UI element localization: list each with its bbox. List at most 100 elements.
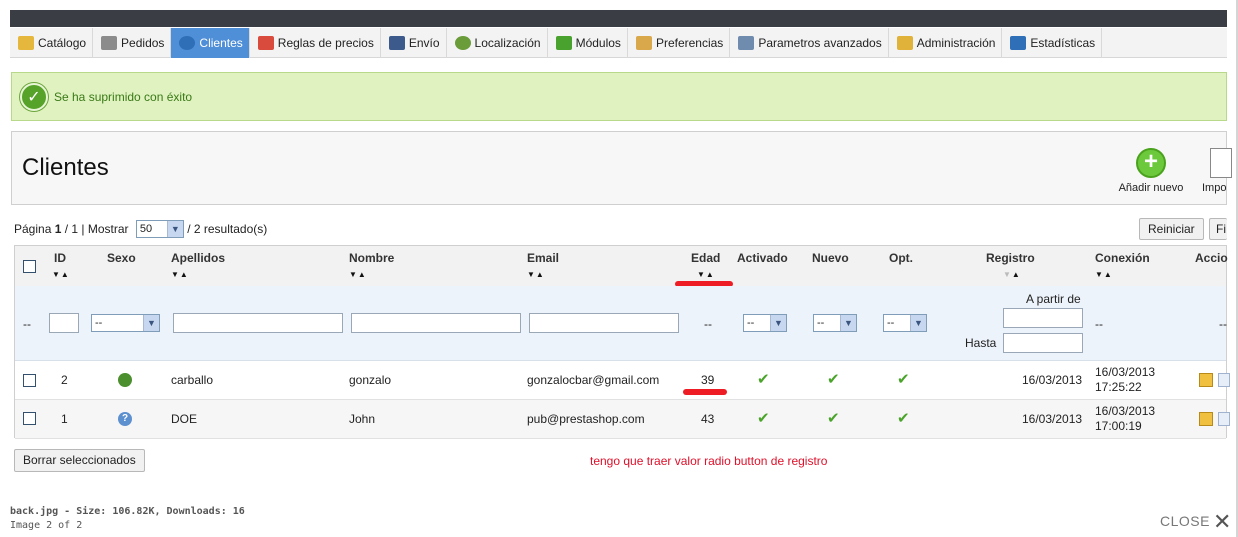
annotation-underline-edad-value — [683, 389, 727, 395]
col-email: Email — [527, 251, 560, 265]
select-all-checkbox[interactable] — [23, 260, 36, 273]
lightbox-frame: Catálogo Pedidos Clientes Reglas de prec… — [0, 0, 1238, 537]
row-checkbox[interactable] — [23, 412, 36, 425]
row-id: 1 — [61, 412, 68, 426]
filter-apellidos-input[interactable] — [173, 313, 343, 333]
import-label: Impo — [1202, 182, 1227, 194]
row-id: 2 — [61, 373, 68, 387]
add-new-label: Añadir nuevo — [1118, 182, 1184, 194]
col-nombre: Nombre — [349, 251, 395, 265]
add-new-button[interactable]: + Añadir nuevo — [1116, 148, 1186, 194]
filter-registro-to-label: Hasta — [965, 336, 997, 350]
tab-localizacion[interactable]: Localización — [447, 28, 548, 58]
col-edad: Edad — [691, 251, 721, 265]
row-conexion-date: 16/03/2013 — [1095, 404, 1156, 418]
chevron-down-icon: ▼ — [840, 315, 856, 331]
table-row[interactable]: 2 carballo gonzalo gonzalocbar@gmail.com… — [15, 361, 1230, 400]
filter-edad-placeholder: -- — [704, 317, 712, 331]
filter-placeholder-checkbox: -- — [23, 317, 31, 331]
col-id: ID — [54, 251, 66, 265]
key-icon — [896, 36, 913, 50]
price-rules-icon — [257, 36, 274, 50]
import-button[interactable]: Impo — [1202, 148, 1238, 194]
filter-registro-from-label: A partir de — [1026, 292, 1081, 306]
add-icon: + — [1136, 148, 1166, 178]
row-checkbox[interactable] — [23, 374, 36, 387]
opt-check-icon[interactable]: ✔ — [897, 370, 910, 388]
row-conexion-time: 17:00:19 — [1095, 419, 1142, 433]
unknown-gender-icon: ? — [118, 412, 132, 426]
nuevo-check-icon: ✔ — [827, 371, 840, 388]
sort-id-arrows[interactable]: ▼▲ — [52, 270, 70, 279]
sort-apellidos-arrows[interactable]: ▼▲ — [171, 270, 189, 279]
per-page-select[interactable]: 50 ▼ — [135, 220, 184, 238]
table-row[interactable]: 1 ? DOE John pub@prestashop.com 43 ✔ ✔ ✔… — [15, 400, 1230, 439]
tab-envio[interactable]: Envío — [381, 28, 447, 58]
row-apellidos: carballo — [171, 373, 214, 387]
col-acciones: Accio — [1195, 251, 1228, 265]
tab-parametros-avanzados[interactable]: Parametros avanzados — [730, 28, 889, 58]
sort-email-arrows[interactable]: ▼▲ — [527, 270, 545, 279]
tab-pedidos[interactable]: Pedidos — [93, 28, 172, 58]
tab-reglas-de-precios[interactable]: Reglas de precios — [250, 28, 381, 58]
tab-administracion[interactable]: Administración — [889, 28, 1003, 58]
table-header: ID ▼▲ Sexo Apellidos ▼▲ Nombre ▼▲ Email … — [15, 246, 1228, 286]
row-nombre: gonzalo — [349, 373, 392, 387]
col-activado: Activado — [737, 251, 788, 265]
filter-opt-select[interactable]: -- ▼ — [883, 314, 927, 332]
activado-check-icon[interactable]: ✔ — [757, 370, 770, 388]
chevron-down-icon: ▼ — [166, 221, 183, 237]
folder-icon — [18, 36, 34, 50]
col-sexo: Sexo — [107, 251, 136, 265]
sort-edad-arrows[interactable]: ▼▲ — [697, 270, 715, 279]
filter-email-input[interactable] — [529, 313, 679, 333]
filter-row: -- -- ▼ -- -- ▼ -- ▼ -- ▼ A partir de Ha… — [15, 286, 1227, 361]
row-edad: 43 — [701, 412, 715, 426]
filter-registro-to-input[interactable] — [1003, 333, 1083, 353]
sort-conexion-arrows[interactable]: ▼▲ — [1095, 270, 1113, 279]
row-edad: 39 — [701, 373, 715, 387]
row-registro: 16/03/2013 — [1022, 412, 1083, 426]
sort-registro-arrows[interactable]: ▼▲ — [1003, 270, 1021, 279]
edit-icon[interactable] — [1199, 412, 1213, 426]
delete-selected-button[interactable]: Borrar seleccionados — [14, 449, 145, 472]
user-icon — [179, 36, 196, 50]
tab-catalogo[interactable]: Catálogo — [10, 28, 94, 58]
filter-button[interactable]: Fi — [1209, 218, 1227, 240]
tab-modulos[interactable]: Módulos — [548, 28, 628, 58]
tab-clientes[interactable]: Clientes — [171, 28, 250, 58]
col-conexion: Conexión — [1095, 251, 1150, 265]
activado-check-icon[interactable]: ✔ — [757, 409, 770, 427]
filter-nombre-input[interactable] — [351, 313, 521, 333]
row-registro: 16/03/2013 — [1022, 373, 1083, 387]
filter-activado-select[interactable]: -- ▼ — [743, 314, 787, 332]
viewer-image-index: Image 2 of 2 — [10, 520, 83, 531]
opt-check-icon[interactable]: ✔ — [897, 409, 910, 427]
col-nuevo: Nuevo — [812, 251, 849, 265]
filter-id-input[interactable] — [49, 313, 79, 333]
wrench-icon — [738, 36, 755, 50]
view-icon[interactable] — [1218, 373, 1230, 387]
view-icon[interactable] — [1218, 412, 1230, 426]
chevron-down-icon: ▼ — [143, 315, 159, 331]
chevron-down-icon: ▼ — [770, 315, 786, 331]
row-email: pub@prestashop.com — [527, 412, 645, 426]
current-page: 1 — [54, 222, 62, 236]
tab-estadisticas[interactable]: Estadísticas — [1002, 28, 1103, 58]
row-apellidos: DOE — [171, 412, 198, 426]
row-conexion-time: 17:25:22 — [1095, 380, 1142, 394]
stats-icon — [1010, 36, 1027, 50]
viewer-close-button[interactable]: CLOSE ✕ — [1160, 506, 1232, 534]
edit-icon[interactable] — [1199, 373, 1213, 387]
sort-nombre-arrows[interactable]: ▼▲ — [349, 270, 367, 279]
male-icon — [118, 373, 132, 387]
tab-preferencias[interactable]: Preferencias — [628, 28, 731, 58]
filter-sexo-select[interactable]: -- ▼ — [91, 314, 160, 332]
reset-button[interactable]: Reiniciar — [1139, 218, 1204, 240]
filter-nuevo-select[interactable]: -- ▼ — [813, 314, 857, 332]
row-email: gonzalocbar@gmail.com — [527, 373, 660, 387]
page-header: Clientes + Añadir nuevo Impo — [11, 131, 1232, 205]
puzzle-icon — [555, 36, 572, 50]
filter-registro-from-input[interactable] — [1003, 308, 1083, 328]
pagination: Página 1 / 1 | Mostrar 50 ▼ / 2 resultad… — [14, 220, 268, 238]
